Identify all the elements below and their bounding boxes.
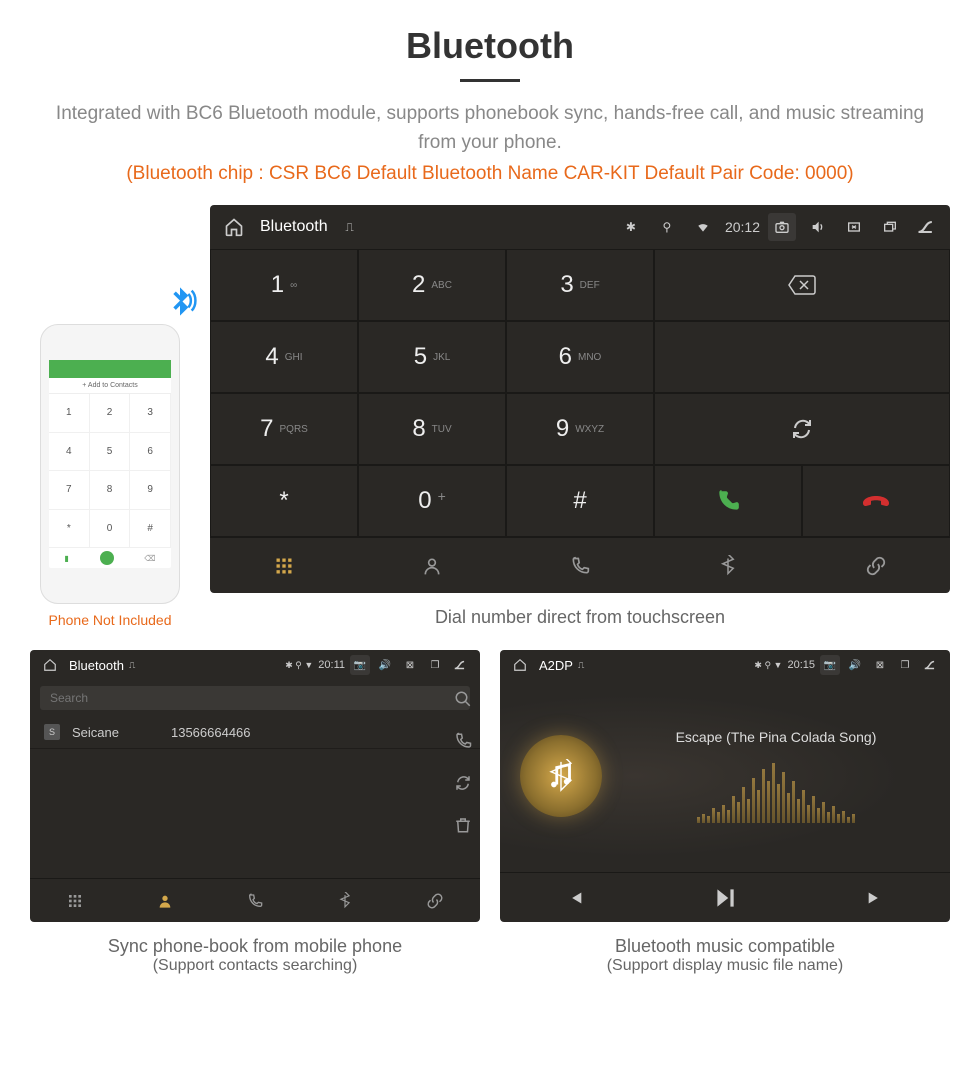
swap-button[interactable] [654,393,950,465]
status-title: A2DP [539,658,573,673]
next-track-button[interactable] [865,887,887,909]
bottom-tab-bar [210,537,950,593]
tab-dialpad[interactable] [210,538,358,593]
page-subtitle: Integrated with BC6 Bluetooth module, su… [0,100,980,157]
spec-line: (Bluetooth chip : CSR BC6 Default Blueto… [0,163,980,185]
phonebook-screen: Bluetooth ⎍ ✱ ⚲ ▼ 20:11 📷 🔊 ⊠ ❐ S Seican… [30,650,480,922]
volume-icon[interactable]: 🔊 [845,655,865,675]
play-pause-button[interactable] [712,885,738,911]
tab-recent[interactable] [506,538,654,593]
key-6[interactable]: 6MNO [506,321,654,393]
wifi-icon [689,213,717,241]
tab-pair[interactable] [390,879,480,922]
audio-visualizer [622,763,930,823]
key-8[interactable]: 8TUV [358,393,506,465]
tab-contacts[interactable] [120,879,210,922]
music-controls [500,872,950,922]
music-screen: A2DP ⎍ ✱ ⚲ ▼ 20:15 📷 🔊 ⊠ ❐ Escape (The P… [500,650,950,922]
key-0[interactable]: 0+ [358,465,506,537]
key-hash[interactable]: # [506,465,654,537]
back-icon[interactable] [450,655,470,675]
camera-icon[interactable]: 📷 [820,655,840,675]
recent-apps-icon[interactable]: ❐ [895,655,915,675]
tab-pair[interactable] [802,538,950,593]
status-title: Bluetooth [260,218,328,236]
camera-icon[interactable]: 📷 [350,655,370,675]
phone-not-included-label: Phone Not Included [30,612,190,628]
title-underline [460,79,520,82]
dial-pad: 1∞ 2ABC 3DEF 4GHI 5JKL 6MNO 7PQRS 8TUV 9… [210,249,950,537]
key-1[interactable]: 1∞ [210,249,358,321]
contact-row[interactable]: S Seicane 13566664466 [30,716,480,749]
page-title: Bluetooth [0,0,980,67]
dialer-caption: Dial number direct from touchscreen [210,607,950,628]
song-title: Escape (The Pina Colada Song) [622,729,930,745]
recent-apps-icon[interactable] [876,213,904,241]
location-icon: ⚲ [653,213,681,241]
side-actions [454,690,472,834]
key-star[interactable]: * [210,465,358,537]
close-app-icon[interactable]: ⊠ [400,655,420,675]
status-time: 20:12 [725,219,760,235]
camera-icon[interactable] [768,213,796,241]
contact-number: 13566664466 [171,725,251,740]
status-bar: Bluetooth ⎍ ✱ ⚲ 20:12 [210,205,950,249]
key-5[interactable]: 5JKL [358,321,506,393]
album-art-icon [520,735,602,817]
home-icon[interactable] [510,655,530,675]
prev-track-button[interactable] [563,887,585,909]
search-icon[interactable] [454,690,472,708]
bottom-tab-bar [30,878,480,922]
call-button[interactable] [654,465,802,537]
recent-apps-icon[interactable]: ❐ [425,655,445,675]
dialer-screen: Bluetooth ⎍ ✱ ⚲ 20:12 [210,205,950,593]
tab-dialpad[interactable] [30,879,120,922]
sync-icon[interactable] [454,774,472,792]
status-time: 20:15 [787,659,815,671]
phone-mockup: + Add to Contacts 123 456 789 *0# ▮⌫ [40,324,180,604]
contact-name: Seicane [72,725,119,740]
phone-illustration-column: + Add to Contacts 123 456 789 *0# ▮⌫ Pho… [30,324,190,628]
volume-icon[interactable] [804,213,832,241]
status-bar: Bluetooth ⎍ ✱ ⚲ ▼ 20:11 📷 🔊 ⊠ ❐ [30,650,480,680]
back-icon[interactable] [920,655,940,675]
key-4[interactable]: 4GHI [210,321,358,393]
key-7[interactable]: 7PQRS [210,393,358,465]
tab-bluetooth[interactable] [300,879,390,922]
tab-contacts[interactable] [358,538,506,593]
key-2[interactable]: 2ABC [358,249,506,321]
bluetooth-icon: ✱ [617,213,645,241]
delete-icon[interactable] [454,816,472,834]
status-bar: A2DP ⎍ ✱ ⚲ ▼ 20:15 📷 🔊 ⊠ ❐ [500,650,950,680]
music-caption: Bluetooth music compatible (Support disp… [500,936,950,975]
close-app-icon[interactable]: ⊠ [870,655,890,675]
contact-initial-badge: S [44,724,60,740]
backspace-button[interactable] [654,249,950,321]
tab-recent[interactable] [210,879,300,922]
key-3[interactable]: 3DEF [506,249,654,321]
status-time: 20:11 [318,659,345,671]
call-icon[interactable] [454,732,472,750]
tab-bluetooth[interactable] [654,538,802,593]
search-input[interactable] [40,686,470,710]
phone-add-contacts-label: + Add to Contacts [49,378,171,394]
home-icon[interactable] [40,655,60,675]
home-icon[interactable] [220,213,248,241]
hangup-button[interactable] [802,465,950,537]
status-title: Bluetooth [69,658,124,673]
phonebook-caption: Sync phone-book from mobile phone (Suppo… [30,936,480,975]
blank-key [654,321,950,393]
contact-list: S Seicane 13566664466 [30,716,480,866]
close-app-icon[interactable] [840,213,868,241]
bluetooth-signal-icon [160,284,200,324]
back-icon[interactable] [912,213,940,241]
key-9[interactable]: 9WXYZ [506,393,654,465]
usb-icon: ⎍ [336,213,364,241]
volume-icon[interactable]: 🔊 [375,655,395,675]
